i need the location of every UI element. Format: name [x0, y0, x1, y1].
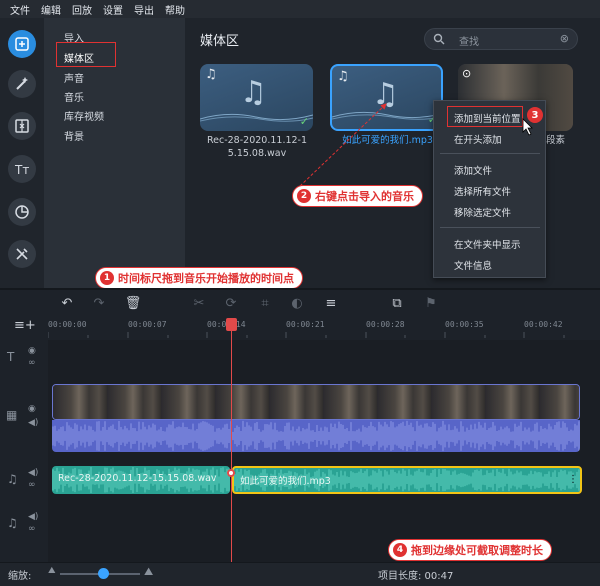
- video-frames-strip: [53, 385, 579, 419]
- color-adjust-icon[interactable]: ◐: [288, 294, 306, 312]
- export-frame-icon[interactable]: ⧉: [388, 294, 406, 312]
- waveform: [52, 420, 580, 452]
- playhead-handle[interactable]: [226, 318, 237, 331]
- audio-clip-label: 如此可爱的我们.mp3: [240, 476, 331, 487]
- clip-properties-icon[interactable]: ≡: [322, 294, 340, 312]
- audio-track-icon: ♫: [7, 516, 18, 530]
- callout-step-4: 4 拖到边缘处可截取调整时长: [388, 539, 552, 561]
- audio-clip-music[interactable]: 如此可爱的我们.mp3 ⋮: [232, 466, 582, 494]
- video-audio-waveform[interactable]: [52, 420, 580, 452]
- zoom-slider-handle[interactable]: [98, 568, 109, 579]
- audio-track-icon: ♫: [7, 472, 18, 486]
- zoom-label: 缩放:: [8, 571, 32, 582]
- volume-icon[interactable]: ◀): [28, 512, 38, 522]
- audio-clip-label: Rec-28-2020.11.12-15.15.08.wav: [58, 473, 217, 484]
- ruler-tick: 00:00:42: [524, 320, 563, 329]
- playhead-line[interactable]: [231, 322, 232, 562]
- audio-clip-recording[interactable]: Rec-28-2020.11.12-15.15.08.wav: [52, 466, 230, 494]
- visibility-icon[interactable]: ◉: [28, 404, 36, 414]
- text-track-icon: T: [7, 350, 15, 364]
- ruler-ticks: [48, 332, 565, 338]
- volume-icon[interactable]: ◀): [28, 418, 38, 428]
- marker-flag-icon[interactable]: ⚑: [422, 294, 440, 312]
- cut-icon[interactable]: ✂: [190, 294, 208, 312]
- link-icon[interactable]: ∞: [28, 524, 36, 534]
- ruler-tick: 00:00:07: [128, 320, 167, 329]
- undo-icon[interactable]: ↶: [58, 294, 76, 312]
- zoom-in-icon[interactable]: ⛰: [144, 565, 153, 579]
- link-icon[interactable]: ∞: [28, 480, 36, 490]
- crop-icon[interactable]: ⌗: [256, 294, 274, 312]
- ruler-tick: 00:00:00: [48, 320, 87, 329]
- volume-icon[interactable]: ◀): [28, 468, 38, 478]
- ruler-tick: 00:00:21: [286, 320, 325, 329]
- video-track-icon: ▦: [6, 408, 18, 422]
- link-icon[interactable]: ∞: [28, 358, 36, 368]
- redo-icon[interactable]: ↷: [90, 294, 108, 312]
- zoom-out-icon[interactable]: ⛰: [48, 566, 56, 576]
- ruler-tick: 00:00:28: [366, 320, 405, 329]
- video-clip[interactable]: [52, 384, 580, 420]
- delete-icon[interactable]: 🗑: [124, 294, 142, 312]
- rotate-icon[interactable]: ⟳: [222, 294, 240, 312]
- trim-handle-icon[interactable]: ⋮: [568, 474, 578, 485]
- visibility-icon[interactable]: ◉: [28, 346, 36, 356]
- ruler-tick: 00:00:35: [445, 320, 484, 329]
- add-track-icon[interactable]: ≡+: [14, 318, 36, 333]
- split-point-marker: [227, 469, 235, 477]
- project-length: 项目长度: 00:47: [378, 571, 454, 582]
